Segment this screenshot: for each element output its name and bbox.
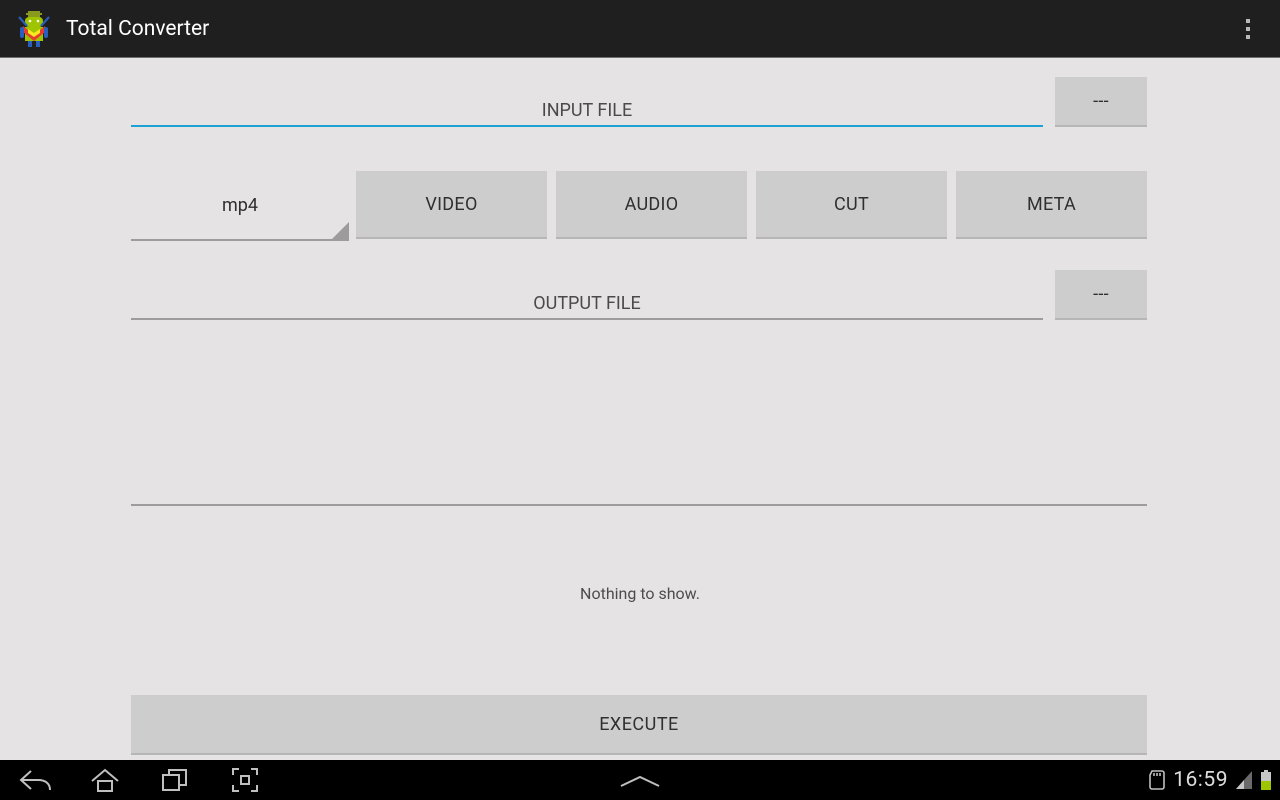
action-bar: Total Converter [0,0,1280,57]
option-tabs: VIDEO AUDIO CUT META [356,171,1147,239]
sdcard-icon [1149,770,1165,790]
cut-tab[interactable]: CUT [756,171,947,239]
screenshot-icon[interactable] [210,760,280,800]
home-icon[interactable] [70,760,140,800]
clock: 16:59 [1173,768,1228,792]
app-icon [14,9,54,49]
execute-button[interactable]: EXECUTE [131,695,1147,755]
input-file-row: INPUT FILE --- [131,77,1147,127]
recent-apps-icon[interactable] [140,760,210,800]
nav-keys [0,760,280,800]
expand-icon[interactable] [618,775,662,788]
app-title: Total Converter [66,17,209,41]
overflow-menu-icon[interactable] [1238,9,1258,49]
signal-icon [1236,771,1252,789]
battery-icon [1260,770,1272,790]
input-file-field[interactable]: INPUT FILE [131,77,1043,127]
separator [131,504,1147,506]
output-browse-button[interactable]: --- [1055,270,1147,320]
output-file-row: OUTPUT FILE --- [131,270,1147,320]
status-text: Nothing to show. [0,584,1280,603]
status-tray: 16:59 [1149,760,1272,800]
content-area: INPUT FILE --- mp4 VIDEO AUDIO CUT META … [0,58,1280,760]
meta-tab[interactable]: META [956,171,1147,239]
system-navigation-bar: 16:59 [0,760,1280,800]
output-file-field[interactable]: OUTPUT FILE [131,270,1043,320]
audio-tab[interactable]: AUDIO [556,171,747,239]
format-value: mp4 [222,195,258,216]
format-spinner[interactable]: mp4 [131,171,349,241]
back-icon[interactable] [0,760,70,800]
video-tab[interactable]: VIDEO [356,171,547,239]
input-browse-button[interactable]: --- [1055,77,1147,127]
